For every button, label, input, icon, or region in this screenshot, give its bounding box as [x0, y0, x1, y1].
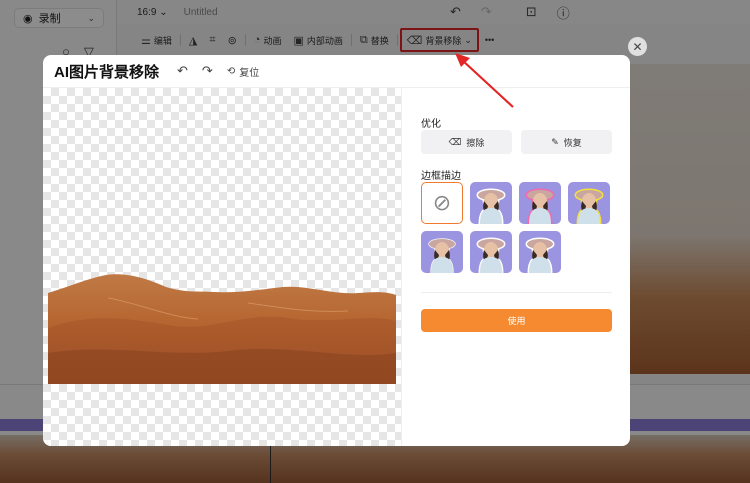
close-icon: ✕	[632, 39, 643, 54]
portrait-thumbnail-image	[519, 231, 561, 273]
undo-icon[interactable]: ↶	[177, 63, 188, 79]
stroke-option-none[interactable]: ⊘	[421, 182, 463, 224]
desert-cutout-image	[48, 274, 396, 384]
portrait-thumbnail-image	[519, 182, 561, 224]
eraser-icon: ⌫	[448, 136, 462, 147]
stroke-option-white-soft[interactable]	[470, 231, 512, 273]
panel-divider	[421, 292, 612, 293]
bg-remove-dialog: AI图片背景移除 ↶ ↷ ⟲复位 ◐ −	[43, 55, 630, 446]
stroke-option-white-thin[interactable]	[421, 231, 463, 273]
portrait-thumbnail-image	[568, 182, 610, 224]
erase-button[interactable]: ⌫ 擦除	[421, 130, 512, 154]
dialog-title: AI图片背景移除	[54, 63, 160, 81]
no-entry-icon: ⊘	[432, 190, 452, 215]
stroke-option-white-outline[interactable]	[519, 231, 561, 273]
portrait-thumbnail-image	[421, 231, 463, 273]
brush-icon: ✎	[551, 136, 559, 147]
portrait-thumbnail-image	[470, 182, 512, 224]
stroke-option-yellow[interactable]	[568, 182, 610, 224]
close-dialog-button[interactable]: ✕	[628, 37, 647, 56]
optimize-section-title: 优化	[421, 119, 441, 130]
redo-icon[interactable]: ↷	[202, 63, 213, 79]
portrait-thumbnail-image	[470, 231, 512, 273]
reset-button[interactable]: ⟲ 复位	[227, 64, 259, 79]
apply-button[interactable]: 使用	[421, 309, 612, 332]
stroke-option-white[interactable]	[470, 182, 512, 224]
stroke-option-pink[interactable]	[519, 182, 561, 224]
reset-icon: ⟲	[226, 65, 236, 77]
transparent-preview-canvas[interactable]: ◐ − + 适应	[43, 88, 401, 446]
stroke-section-title: 边框描边	[421, 171, 461, 182]
settings-panel: 优化 ⌫ 擦除 ✎ 恢复 边框描边 ⊘ 使用	[401, 88, 630, 446]
dialog-header: AI图片背景移除 ↶ ↷ ⟲ 复位	[43, 55, 630, 88]
restore-button[interactable]: ✎ 恢复	[521, 130, 612, 154]
